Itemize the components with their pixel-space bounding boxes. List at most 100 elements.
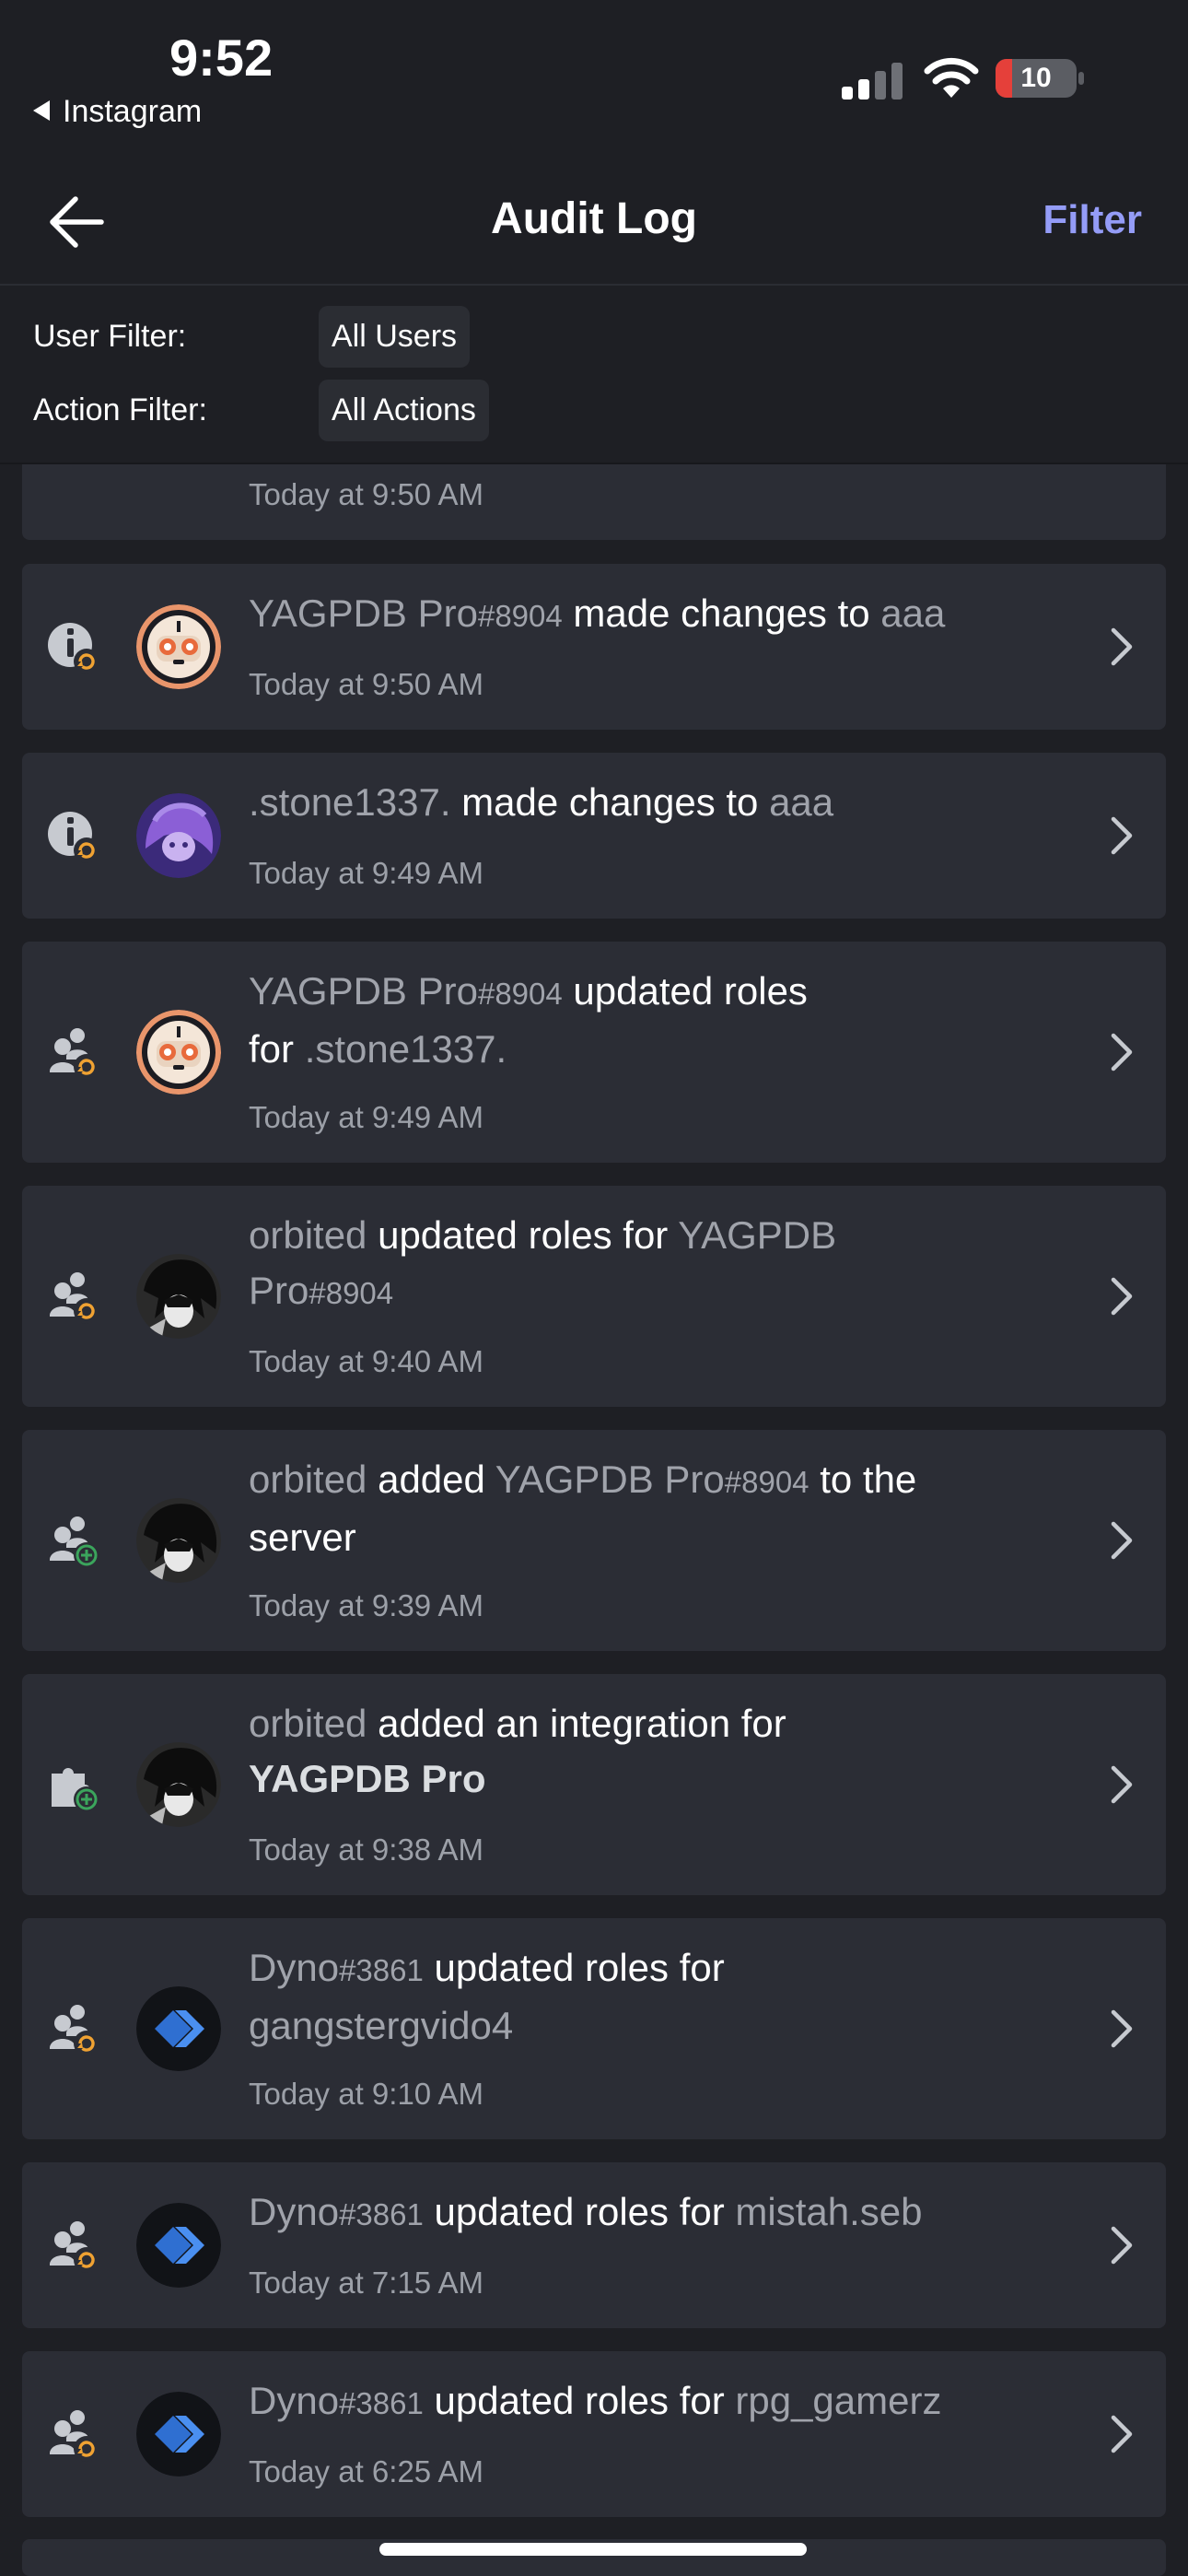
integration-add-icon (44, 1755, 103, 1814)
chevron-right-icon (1109, 2413, 1135, 2455)
page-title: Audit Log (491, 194, 697, 243)
target-name: aaa (880, 591, 946, 635)
yagpdb-avatar (136, 1010, 221, 1095)
target-discriminator: #8904 (724, 1465, 809, 1499)
info-update-icon (44, 806, 103, 865)
home-indicator[interactable] (379, 2543, 807, 2556)
chevron-right-icon (1109, 1275, 1135, 1317)
audit-entry[interactable]: Dyno#3861 updated roles for rpg_gamerz T… (22, 2351, 1166, 2517)
entry-time: Today at 9:39 AM (249, 1588, 483, 1622)
entry-description: Dyno#3861 updated roles for gangstergvid… (249, 1940, 1077, 2054)
action-verb: updated roles for (423, 2190, 736, 2233)
action-suffix-cont: server (249, 1516, 356, 1559)
target-name: mistah.seb (735, 2190, 923, 2233)
orbited-avatar (136, 1742, 221, 1827)
member-update-icon (44, 1023, 103, 1082)
filter-panel: User Filter: All Users Action Filter: Al… (0, 286, 1188, 464)
entry-description: YAGPDB Pro#8904 updated roles for .stone… (249, 964, 1077, 1077)
battery-level: 10 (1020, 63, 1052, 93)
chevron-right-icon (1109, 1519, 1135, 1562)
audit-entry[interactable]: Dyno#3861 updated roles for gangstergvid… (22, 1918, 1166, 2139)
target-name: .stone1337. (304, 1027, 507, 1071)
member-update-icon (44, 2216, 103, 2275)
chevron-right-icon (1109, 2008, 1135, 2050)
action-verb: made changes to (562, 591, 881, 635)
entry-time: Today at 9:50 AM (249, 667, 483, 701)
wifi-icon (924, 57, 979, 98)
chevron-right-icon (1109, 1763, 1135, 1806)
battery-indicator: 10 (995, 57, 1085, 100)
integration-name: YAGPDB Pro (249, 1757, 486, 1800)
action-suffix: to the (809, 1458, 917, 1501)
action-filter-label: Action Filter: (33, 392, 207, 427)
target-name: rpg_gamerz (735, 2379, 942, 2422)
back-to-app-link[interactable]: Instagram (33, 94, 202, 130)
action-filter-select[interactable]: All Actions (319, 380, 489, 441)
orbited-avatar (136, 1254, 221, 1339)
member-update-icon (44, 1999, 103, 2058)
action-verb: made changes to (450, 780, 770, 824)
entry-time: Today at 9:38 AM (249, 1832, 483, 1867)
actor-discriminator: #8904 (477, 977, 563, 1011)
actor-name: Dyno (249, 2190, 340, 2233)
actor-discriminator: #3861 (339, 2197, 424, 2231)
audit-entry[interactable]: orbited added YAGPDB Pro#8904 to the ser… (22, 1430, 1166, 1651)
action-verb: updated roles for (423, 2379, 736, 2422)
actor-name: orbited (249, 1458, 367, 1501)
chevron-right-icon (1109, 814, 1135, 857)
actor-name: .stone1337. (249, 780, 451, 824)
audit-entry[interactable]: orbited updated roles for YAGPDB Pro#890… (22, 1186, 1166, 1407)
dyno-avatar (136, 2203, 221, 2288)
orbited-avatar (136, 1498, 221, 1583)
target-name: YAGPDB (678, 1213, 837, 1257)
dyno-avatar (136, 2392, 221, 2476)
entry-description: orbited updated roles for YAGPDB Pro#890… (249, 1208, 1077, 1321)
audit-entry[interactable]: Dyno#3861 updated roles for mistah.seb T… (22, 2162, 1166, 2328)
chevron-right-icon (1109, 626, 1135, 668)
actor-name: orbited (249, 1213, 367, 1257)
navigation-bar: Audit Log Filter (0, 147, 1188, 286)
entry-description: orbited added YAGPDB Pro#8904 to the ser… (249, 1452, 1077, 1565)
entry-time: Today at 9:50 AM (249, 477, 483, 511)
action-verb: updated roles for (423, 1946, 725, 1989)
cellular-signal-icon (842, 63, 903, 100)
stone-avatar (136, 793, 221, 878)
audit-entry[interactable]: .stone1337. made changes to aaa Today at… (22, 753, 1166, 919)
action-verb: added an integration for (367, 1702, 786, 1745)
audit-entry[interactable]: YAGPDB Pro#8904 updated roles for .stone… (22, 942, 1166, 1163)
entry-time: Today at 9:40 AM (249, 1344, 483, 1378)
audit-entry[interactable]: orbited added an integration for YAGPDB … (22, 1674, 1166, 1895)
entry-time: Today at 9:49 AM (249, 1100, 483, 1134)
actor-name: orbited (249, 1702, 367, 1745)
target-name: aaa (769, 780, 834, 824)
status-bar-layer: 9:52 Instagram 10 (0, 0, 1188, 147)
chevron-right-icon (1109, 1031, 1135, 1073)
filter-button[interactable]: Filter (1042, 197, 1142, 243)
entry-description: Dyno#3861 updated roles for mistah.seb (249, 2184, 1077, 2242)
target-name: gangstergvido4 (249, 2004, 514, 2047)
entry-description: .stone1337. made changes to aaa (249, 775, 1077, 830)
target-name-cont: Pro (249, 1269, 309, 1312)
actor-name: YAGPDB Pro (249, 591, 478, 635)
audit-entry[interactable]: YAGPDB Pro#8904 made changes to aaa Toda… (22, 564, 1166, 730)
back-app-label: Instagram (63, 94, 203, 129)
actor-discriminator: #8904 (477, 599, 563, 633)
entry-description: YAGPDB Pro#8904 made changes to aaa (249, 586, 1077, 644)
entry-time: Today at 9:49 AM (249, 856, 483, 890)
user-filter-label: User Filter: (33, 319, 187, 354)
action-verb: updated roles (562, 969, 808, 1013)
actor-discriminator: #3861 (339, 2386, 424, 2420)
actor-discriminator: #3861 (339, 1953, 424, 1987)
yagpdb-avatar (136, 604, 221, 689)
user-filter-select[interactable]: All Users (319, 306, 471, 368)
action-verb: updated roles for (367, 1213, 679, 1257)
entry-description: orbited added an integration for YAGPDB … (249, 1696, 1077, 1807)
chevron-right-icon (1109, 2224, 1135, 2266)
dyno-avatar (136, 1986, 221, 2071)
entry-description: Dyno#3861 updated roles for rpg_gamerz (249, 2373, 1077, 2431)
actor-name: Dyno (249, 1946, 340, 1989)
entry-time: Today at 9:10 AM (249, 2077, 483, 2111)
entry-time: Today at 6:25 AM (249, 2454, 483, 2488)
member-add-icon (44, 1511, 103, 1570)
action-preposition: for (249, 1027, 305, 1071)
